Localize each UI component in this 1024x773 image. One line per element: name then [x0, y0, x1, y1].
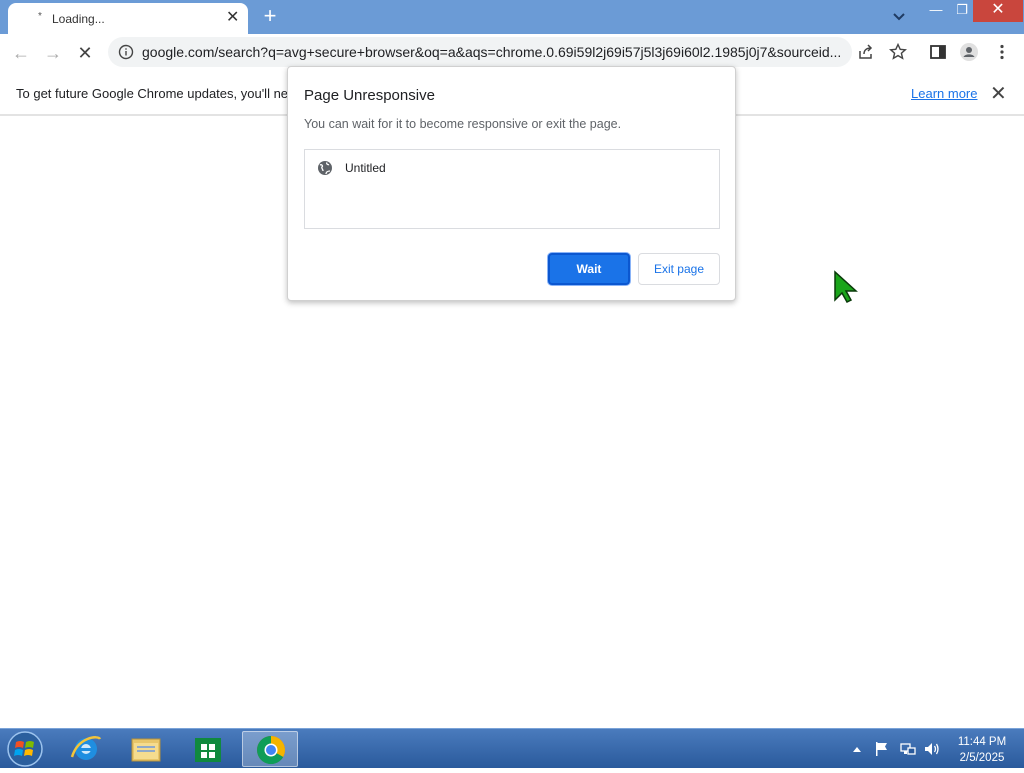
internet-explorer-icon	[70, 736, 102, 760]
network-icon[interactable]	[898, 739, 918, 759]
system-clock[interactable]: 11:44 PM 2/5/2025	[944, 734, 1020, 766]
window-close-button[interactable]: ✕	[973, 0, 1023, 22]
learn-more-link[interactable]: Learn more	[911, 86, 977, 101]
bookmark-star-icon[interactable]	[888, 42, 908, 62]
infobar-message: To get future Google Chrome updates, you…	[16, 86, 289, 101]
dialog-description: You can wait for it to become responsive…	[304, 117, 622, 131]
tab-active[interactable]: * Loading... ✕	[8, 3, 248, 34]
taskbar-internet-explorer[interactable]	[58, 731, 114, 767]
unresponsive-pages-list: Untitled	[304, 149, 720, 229]
globe-icon	[318, 161, 332, 175]
loading-spinner-icon: *	[38, 11, 42, 22]
chrome-icon	[257, 736, 285, 764]
back-button[interactable]: ←	[8, 40, 34, 66]
more-menu-icon[interactable]	[992, 42, 1012, 62]
tab-search-chevron-icon[interactable]	[889, 6, 909, 26]
forward-button[interactable]: →	[40, 40, 66, 66]
taskbar-file-explorer[interactable]	[118, 731, 174, 767]
tab-title: Loading...	[52, 12, 105, 26]
dialog-title: Page Unresponsive	[304, 87, 435, 104]
side-panel-icon[interactable]	[928, 42, 948, 62]
store-icon	[195, 738, 221, 762]
folder-icon	[131, 738, 161, 762]
share-icon[interactable]	[856, 42, 876, 62]
minimize-button[interactable]: —	[924, 0, 948, 22]
list-item: Untitled	[345, 161, 386, 175]
tab-close-icon[interactable]: ✕	[226, 10, 239, 26]
wait-button[interactable]: Wait	[548, 253, 630, 285]
volume-icon[interactable]	[922, 739, 942, 759]
show-hidden-icons-chevron-icon[interactable]	[850, 739, 864, 759]
profile-avatar-icon[interactable]	[959, 42, 979, 62]
site-info-icon[interactable]	[118, 44, 134, 60]
url-text[interactable]: google.com/search?q=avg+secure+browser&o…	[142, 44, 842, 60]
clock-date: 2/5/2025	[959, 752, 1005, 764]
clock-time: 11:44 PM	[957, 736, 1007, 748]
action-center-flag-icon[interactable]	[872, 739, 892, 759]
page-unresponsive-dialog: Page Unresponsive You can wait for it to…	[287, 66, 736, 301]
restore-button[interactable]: ❐	[950, 0, 974, 22]
tab-strip: * Loading... ✕ + — ❐ ✕	[0, 0, 1024, 34]
new-tab-button[interactable]: +	[260, 4, 280, 28]
infobar-close-icon[interactable]: ✕	[990, 81, 1007, 106]
exit-page-button[interactable]: Exit page	[638, 253, 720, 285]
start-button-icon[interactable]	[5, 730, 45, 768]
stop-loading-button[interactable]: ✕	[72, 40, 98, 66]
taskbar: 11:44 PM 2/5/2025	[0, 728, 1024, 768]
address-bar[interactable]: google.com/search?q=avg+secure+browser&o…	[108, 37, 852, 67]
mouse-cursor-icon	[834, 270, 858, 303]
taskbar-store[interactable]	[180, 731, 236, 767]
taskbar-chrome[interactable]	[242, 731, 298, 767]
